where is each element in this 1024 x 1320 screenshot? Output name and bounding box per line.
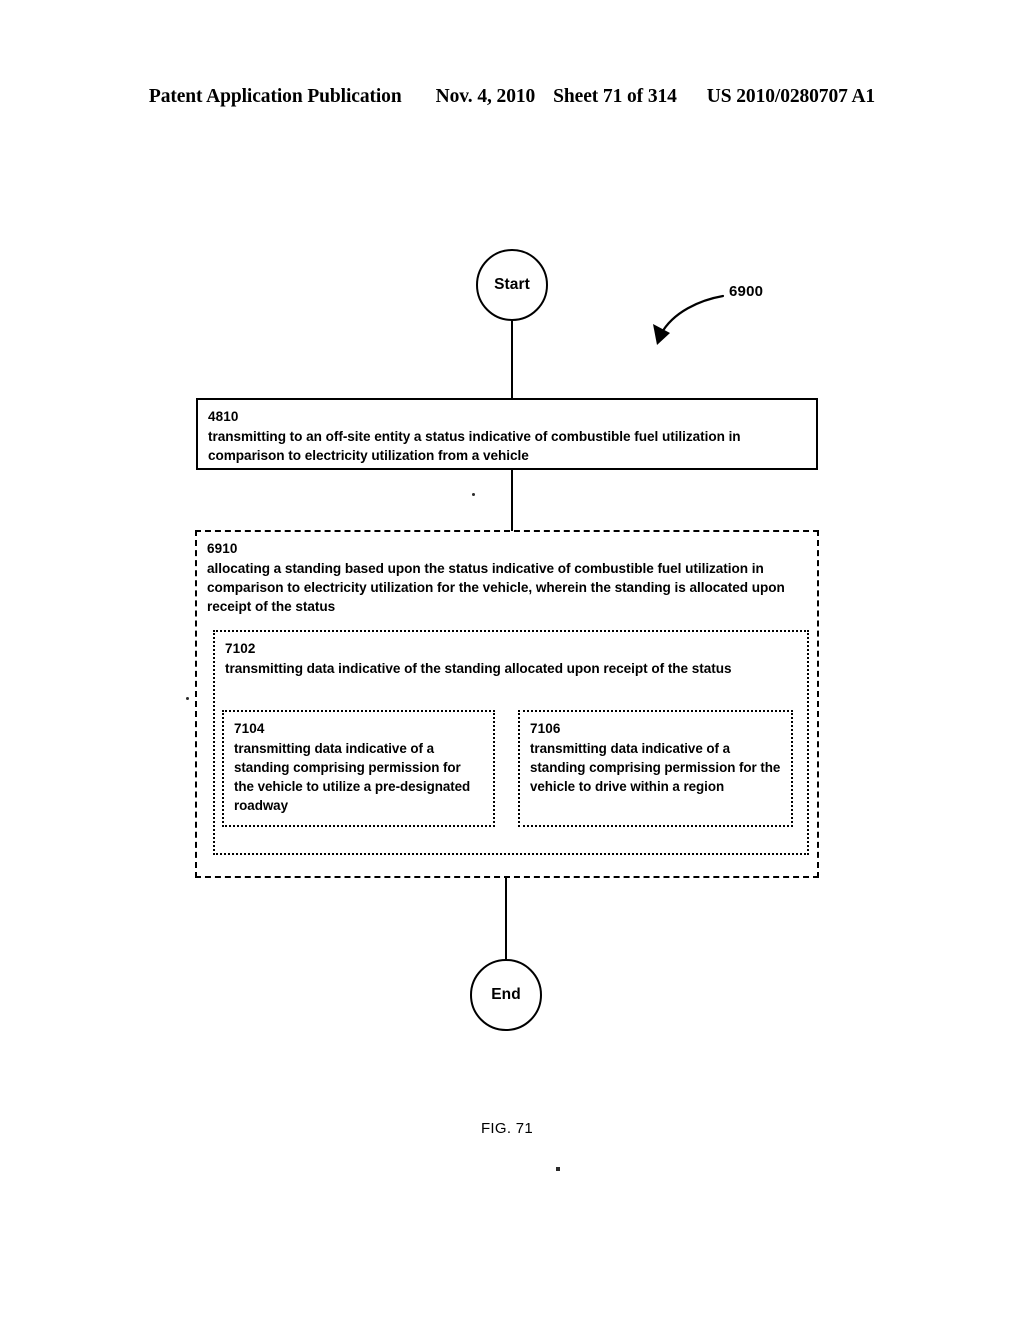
process-box-7104-text: transmitting data indicative of a standi… — [234, 740, 471, 814]
process-box-6910-text: allocating a standing based upon the sta… — [207, 560, 785, 615]
figure-caption-label: FIG. 71 — [480, 1120, 534, 1137]
scan-artifact-speck — [556, 1167, 560, 1171]
end-node-label: End — [491, 986, 521, 1003]
process-box-4810-text: transmitting to an off-site entity a sta… — [208, 428, 741, 463]
leader-line-6900 — [659, 294, 725, 336]
process-box-4810: 4810 transmitting to an off-site entity … — [196, 398, 818, 470]
end-node: End — [470, 959, 542, 1031]
process-box-7106-text: transmitting data indicative of a standi… — [530, 740, 781, 795]
leader-arrowhead-6900 — [653, 324, 670, 345]
process-box-7102-text: transmitting data indicative of the stan… — [225, 660, 732, 676]
process-box-7104-ref: 7104 — [234, 721, 265, 736]
process-box-7102-ref: 7102 — [225, 641, 256, 656]
process-box-4810-ref: 4810 — [208, 409, 239, 424]
start-node-label: Start — [494, 276, 530, 293]
figure-caption: FIG. 71 — [0, 1120, 1024, 1137]
start-node: Start — [476, 249, 548, 321]
scan-artifact-speck — [186, 697, 189, 700]
process-box-7104: 7104 transmitting data indicative of a s… — [222, 710, 495, 827]
process-box-7106-ref: 7106 — [530, 721, 561, 736]
leader-label-6900: 6900 — [729, 283, 764, 300]
scan-artifact-speck — [472, 493, 475, 496]
process-box-7106: 7106 transmitting data indicative of a s… — [518, 710, 793, 827]
process-box-6910-ref: 6910 — [207, 541, 238, 556]
